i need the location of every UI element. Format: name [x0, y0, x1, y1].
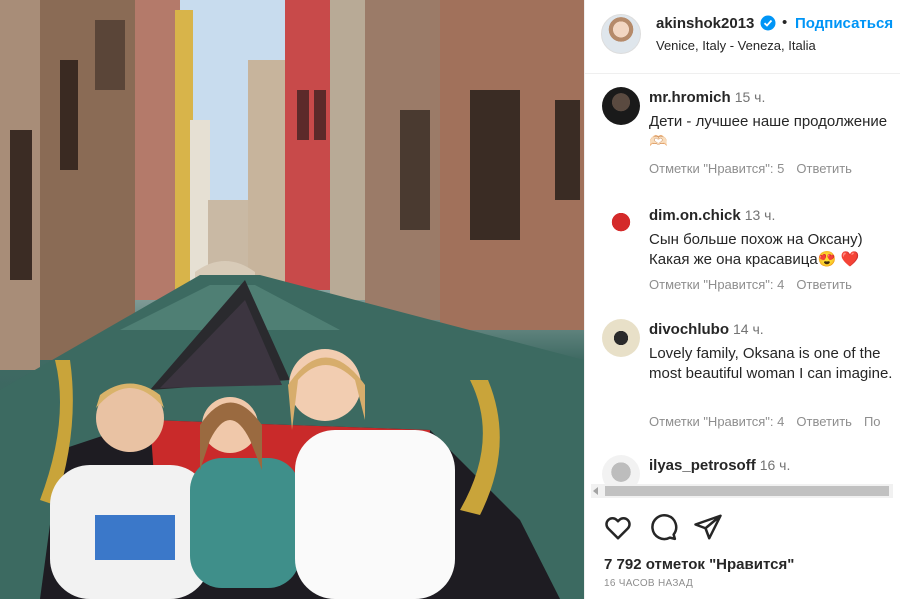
post-sidebar: akinshok2013 • Подписаться Venice, Italy…	[584, 0, 900, 599]
reply-button[interactable]: Ответить	[796, 414, 852, 429]
comment-text: Lovely family, Oksana is one of the most…	[649, 345, 893, 382]
comment-time: 13 ч.	[744, 207, 776, 223]
post-photo[interactable]	[0, 0, 584, 599]
follow-button[interactable]: Подписаться	[795, 15, 893, 32]
comment-likes[interactable]: Отметки "Нравится": 5	[649, 161, 784, 176]
comment-time: 15 ч.	[734, 89, 766, 105]
commenter-username[interactable]: dim.on.chick	[649, 207, 741, 224]
share-icon[interactable]	[693, 512, 723, 542]
comment-likes[interactable]: Отметки "Нравится": 4	[649, 277, 784, 292]
comment-time: 14 ч.	[733, 321, 764, 337]
reply-button[interactable]: Ответить	[796, 161, 852, 176]
verified-badge-icon	[760, 15, 776, 31]
horizontal-scrollbar[interactable]	[591, 484, 893, 498]
commenter-username[interactable]: divochlubo	[649, 321, 729, 338]
comment-text: Сын больше похож на Оксану) Какая же она…	[649, 231, 863, 268]
post-actions	[585, 512, 900, 552]
commenter-username[interactable]: mr.hromich	[649, 89, 731, 106]
post-time: 16 ЧАСОВ НАЗАД	[604, 578, 694, 589]
commenter-avatar[interactable]	[602, 87, 640, 125]
more-actions[interactable]: По	[864, 414, 881, 429]
commenter-avatar[interactable]	[602, 205, 640, 243]
scroll-left-arrow-icon[interactable]	[593, 487, 598, 495]
comment-likes[interactable]: Отметки "Нравится": 4	[649, 414, 784, 429]
comment-icon[interactable]	[648, 512, 678, 542]
author-avatar[interactable]	[601, 14, 641, 54]
post-location[interactable]: Venice, Italy - Veneza, Italia	[656, 38, 816, 53]
comment-text: Дети - лучшее наше продолжение 🫶🏻	[649, 113, 888, 150]
commenter-username[interactable]: ilyas_petrosoff	[649, 457, 756, 474]
post-header: akinshok2013 • Подписаться Venice, Italy…	[585, 0, 900, 74]
reply-button[interactable]: Ответить	[796, 277, 852, 292]
scrollbar-thumb[interactable]	[605, 486, 889, 496]
commenter-avatar[interactable]	[602, 319, 640, 357]
author-username[interactable]: akinshok2013	[656, 15, 754, 32]
heart-icon[interactable]	[603, 512, 633, 542]
venice-canal-photo	[0, 0, 584, 599]
commenter-avatar[interactable]	[602, 455, 640, 485]
likes-count[interactable]: 7 792 отметок "Нравится"	[604, 556, 794, 573]
comments-list[interactable]: mr.hromich 15 ч. Дети - лучшее наше продо…	[585, 75, 900, 485]
comment-time: 16 ч.	[759, 457, 791, 473]
follow-separator: •	[782, 14, 788, 31]
